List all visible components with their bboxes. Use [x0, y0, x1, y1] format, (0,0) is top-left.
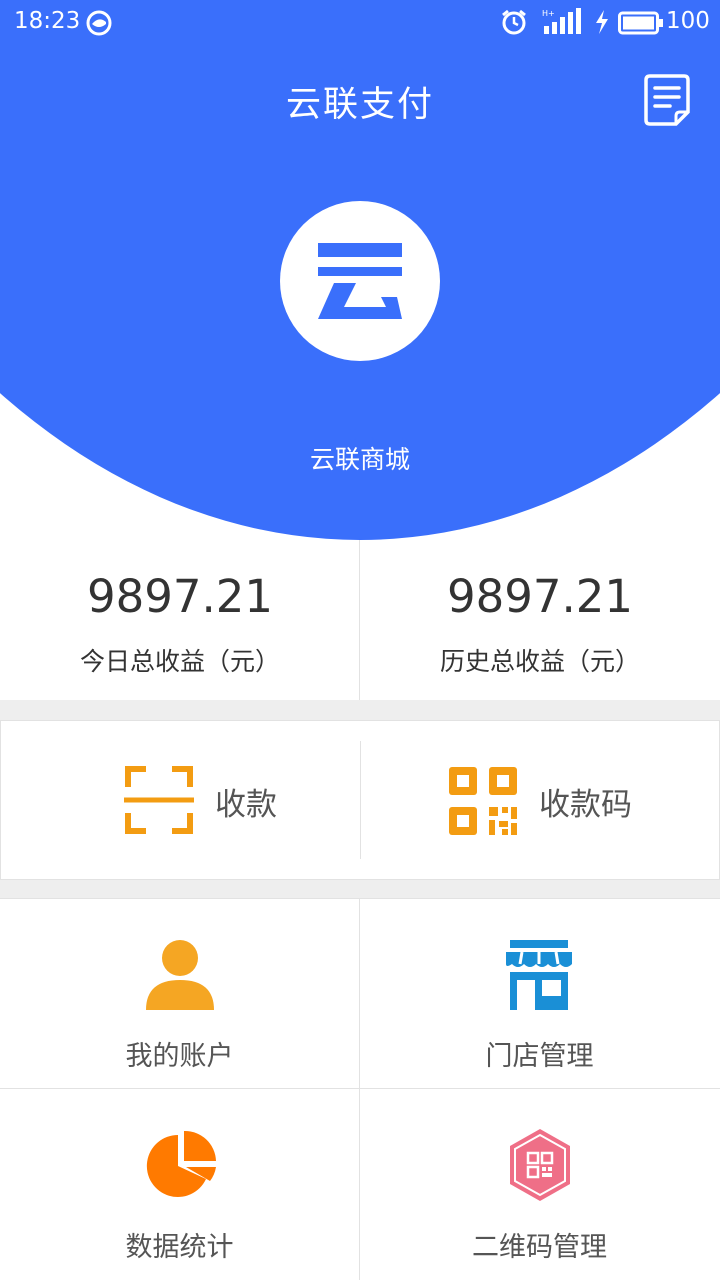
qr-management-label: 二维码管理 [472, 1232, 607, 1263]
qr-code-icon [449, 767, 517, 835]
store-icon [506, 940, 572, 1010]
store-management-label: 门店管理 [485, 1041, 594, 1072]
yun-logo-icon [318, 243, 402, 319]
menu-item-my-account[interactable]: 我的账户 [0, 898, 359, 1087]
collect-payment-label: 收款 [215, 787, 277, 823]
header-hero: 18:23 H+ 100 云联支付 云联商城 [0, 0, 720, 540]
svg-text:H+: H+ [542, 9, 555, 18]
receipt-button[interactable] [640, 70, 696, 130]
store-name: 云联商城 [309, 445, 410, 474]
scan-icon [124, 766, 194, 834]
collect-payment-button[interactable]: 收款 [1, 721, 360, 879]
charging-icon [594, 10, 610, 38]
battery-icon [618, 10, 664, 40]
today-earnings-value: 9897.21 [86, 570, 274, 623]
history-earnings-label: 历史总收益（元） [439, 647, 640, 676]
menu-item-qr-management[interactable]: 二维码管理 [360, 1089, 719, 1278]
qr-manage-icon [510, 1129, 570, 1201]
menu-grid: 我的账户 门店管理 数据统计 二维码管理 [0, 898, 720, 1280]
receipt-icon [644, 74, 690, 126]
my-account-label: 我的账户 [125, 1041, 234, 1072]
page-title: 云联支付 [285, 85, 434, 125]
pie-chart-icon [146, 1130, 216, 1197]
status-time: 18:23 [14, 8, 81, 34]
alarm-icon [500, 8, 528, 40]
user-icon [146, 940, 214, 1010]
history-earnings-value: 9897.21 [446, 570, 634, 623]
notification-icon [86, 10, 112, 40]
status-bar: 18:23 H+ 100 [0, 0, 720, 46]
menu-item-data-statistics[interactable]: 数据统计 [0, 1089, 359, 1278]
store-logo [280, 201, 440, 361]
today-earnings: 9897.21 今日总收益（元） [0, 540, 360, 700]
menu-item-store-management[interactable]: 门店管理 [360, 898, 719, 1087]
signal-icon: H+ [542, 8, 582, 40]
payment-qr-button[interactable]: 收款码 [361, 721, 720, 879]
history-earnings: 9897.21 历史总收益（元） [360, 540, 720, 700]
payment-qr-label: 收款码 [539, 787, 632, 823]
battery-level: 100 [666, 8, 710, 34]
payment-actions: 收款 收款码 [0, 720, 720, 880]
data-statistics-label: 数据统计 [125, 1232, 234, 1263]
earnings-summary: 9897.21 今日总收益（元） 9897.21 历史总收益（元） [0, 540, 720, 700]
today-earnings-label: 今日总收益（元） [79, 647, 280, 676]
